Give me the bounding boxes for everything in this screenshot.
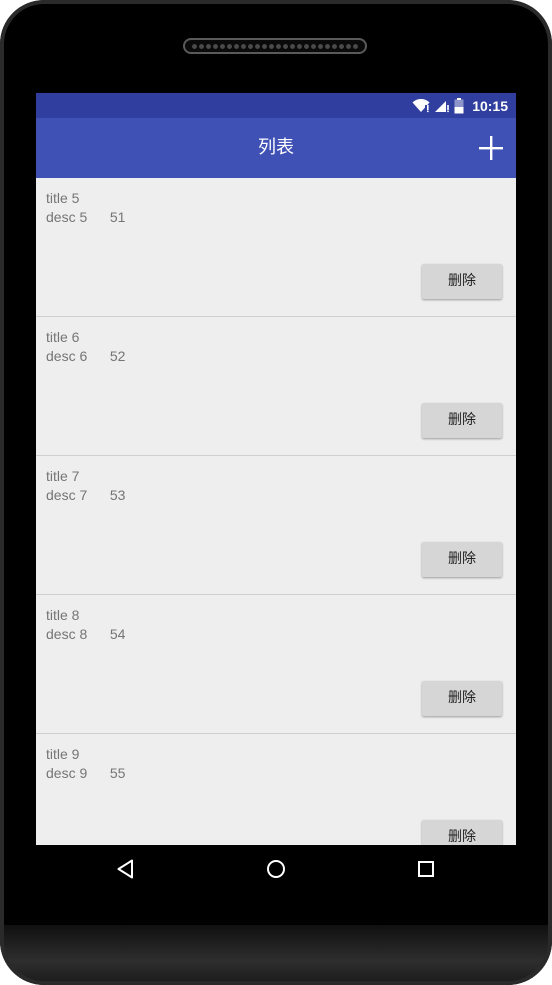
item-title: title 6	[46, 329, 80, 345]
item-number: 51	[109, 209, 126, 225]
back-button[interactable]	[114, 857, 138, 881]
item-title: title 5	[46, 190, 80, 206]
add-button[interactable]	[474, 131, 508, 165]
status-time: 10:15	[472, 97, 508, 114]
item-desc: desc 9	[46, 765, 88, 781]
item-title: title 8	[46, 607, 80, 623]
item-number: 54	[109, 626, 126, 642]
item-number: 55	[109, 765, 126, 781]
list-item: title 6 desc 6 52 删除	[36, 317, 516, 456]
delete-button[interactable]: 删除	[422, 542, 502, 577]
recents-icon	[418, 861, 434, 877]
list-item: title 9 desc 9 55 删除	[36, 734, 516, 845]
delete-button[interactable]: 删除	[422, 264, 502, 299]
phone-frame: 10:15 列表 title 5 desc 5 51 删除 title 6 de…	[0, 0, 552, 985]
item-desc: desc 7	[46, 487, 88, 503]
item-desc: desc 6	[46, 348, 88, 364]
wifi-icon	[412, 98, 430, 112]
back-icon	[117, 859, 133, 879]
list-item: title 5 desc 5 51 删除	[36, 178, 516, 317]
app-screen: 10:15 列表 title 5 desc 5 51 删除 title 6 de…	[36, 93, 516, 845]
page-title: 列表	[258, 137, 294, 158]
recents-button[interactable]	[414, 857, 438, 881]
delete-button[interactable]: 删除	[422, 403, 502, 438]
navigation-bar	[36, 845, 516, 893]
item-number: 53	[109, 487, 126, 503]
item-desc: desc 5	[46, 209, 88, 225]
device-chin	[0, 925, 552, 985]
app-bar: 列表	[36, 118, 516, 178]
home-button[interactable]	[264, 857, 288, 881]
speaker-grille	[183, 38, 367, 54]
item-list[interactable]: title 5 desc 5 51 删除 title 6 desc 6 52 删…	[36, 178, 516, 845]
status-bar: 10:15	[36, 93, 516, 118]
list-item: title 8 desc 8 54 删除	[36, 595, 516, 734]
item-desc: desc 8	[46, 626, 88, 642]
battery-icon	[454, 97, 464, 113]
signal-icon	[435, 100, 449, 112]
delete-button[interactable]: 删除	[422, 820, 502, 845]
delete-button[interactable]: 删除	[422, 681, 502, 716]
home-icon	[267, 860, 285, 878]
item-title: title 9	[46, 746, 80, 762]
item-title: title 7	[46, 468, 80, 484]
item-number: 52	[109, 348, 126, 364]
plus-icon	[479, 136, 503, 160]
list-item: title 7 desc 7 53 删除	[36, 456, 516, 595]
